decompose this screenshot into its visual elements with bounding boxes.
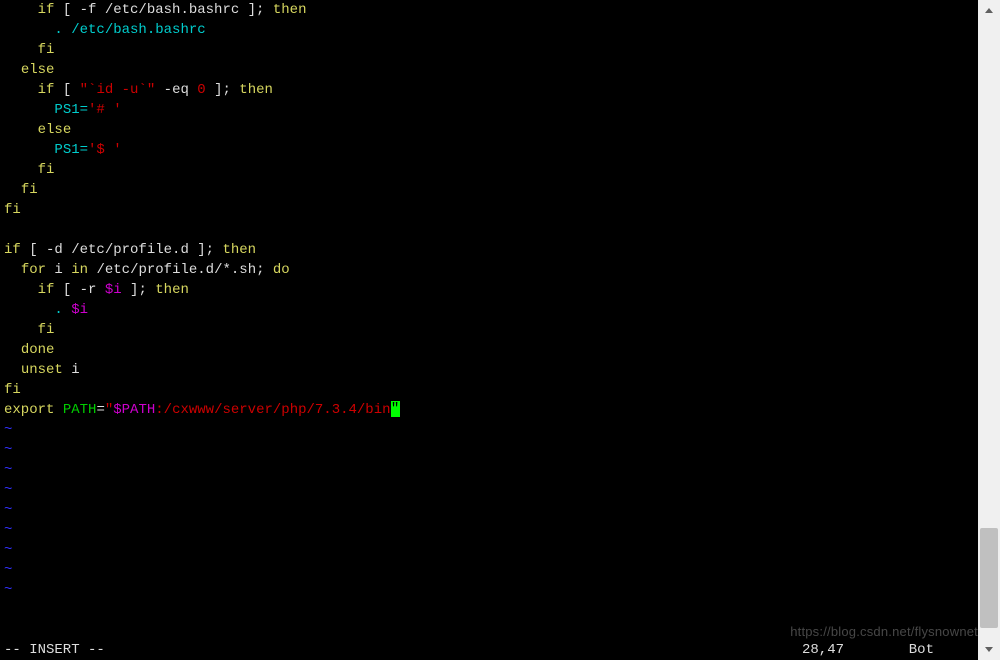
code-line[interactable]: else [4, 60, 974, 80]
code-token: $PATH [113, 402, 155, 418]
code-token: do [273, 262, 290, 278]
code-line[interactable]: fi [4, 40, 974, 60]
code-token: /etc/profile.d/*.sh; [88, 262, 273, 278]
scrollbar-thumb[interactable] [980, 528, 998, 628]
vim-mode: -- INSERT -- [4, 640, 105, 660]
code-line[interactable]: else [4, 120, 974, 140]
code-line[interactable]: if [ "`id -u`" -eq 0 ]; then [4, 80, 974, 100]
code-line[interactable]: for i in /etc/profile.d/*.sh; do [4, 260, 974, 280]
empty-line-tilde: ~ [4, 560, 974, 580]
code-token: -eq [155, 82, 197, 98]
code-token: unset [21, 362, 63, 378]
code-token: [ -r [54, 282, 104, 298]
code-line[interactable]: done [4, 340, 974, 360]
code-token: PS1= [54, 142, 88, 158]
code-line[interactable]: unset i [4, 360, 974, 380]
tilde-icon: ~ [4, 482, 12, 498]
scrollbar-down-arrow-icon[interactable] [978, 638, 1000, 660]
code-token: $i [105, 282, 122, 298]
code-token: fi [21, 182, 38, 198]
code-token: . /etc/bash.bashrc [54, 22, 205, 38]
code-token: export [4, 402, 54, 418]
code-token: for [21, 262, 46, 278]
tilde-icon: ~ [4, 502, 12, 518]
code-token: then [239, 82, 273, 98]
code-token: fi [38, 322, 55, 338]
empty-line-tilde: ~ [4, 460, 974, 480]
code-area[interactable]: if [ -f /etc/bash.bashrc ]; then . /etc/… [4, 0, 974, 600]
tilde-icon: ~ [4, 582, 12, 598]
code-line[interactable]: PS1='# ' [4, 100, 974, 120]
code-token: fi [38, 42, 55, 58]
vertical-scrollbar[interactable] [978, 0, 1000, 660]
code-token: if [4, 242, 21, 258]
code-token: fi [38, 162, 55, 178]
code-token: done [21, 342, 55, 358]
code-token: then [273, 2, 307, 18]
code-token: " [105, 402, 113, 418]
code-line[interactable] [4, 220, 974, 240]
vim-cursor-position: 28,47 [802, 640, 844, 660]
tilde-icon: ~ [4, 422, 12, 438]
code-token: then [222, 242, 256, 258]
scrollbar-up-arrow-icon[interactable] [978, 0, 1000, 22]
empty-line-tilde: ~ [4, 500, 974, 520]
tilde-icon: ~ [4, 542, 12, 558]
code-token: else [38, 122, 72, 138]
code-token: :/cxwww/server/php/7.3.4/bin [155, 402, 390, 418]
text-cursor: " [391, 401, 400, 417]
code-token: "`id -u`" [80, 82, 156, 98]
code-line[interactable]: fi [4, 160, 974, 180]
empty-line-tilde: ~ [4, 420, 974, 440]
code-token: if [38, 2, 55, 18]
empty-line-tilde: ~ [4, 580, 974, 600]
code-token: if [38, 82, 55, 98]
vim-scroll-indicator: Bot [909, 640, 934, 660]
code-line[interactable]: PS1='$ ' [4, 140, 974, 160]
code-token: ]; [122, 282, 156, 298]
code-token: PATH [63, 402, 97, 418]
terminal-viewport[interactable]: if [ -f /etc/bash.bashrc ]; then . /etc/… [0, 0, 978, 660]
tilde-icon: ~ [4, 562, 12, 578]
code-token: '# ' [88, 102, 122, 118]
code-token: 0 [197, 82, 205, 98]
code-token: fi [4, 202, 21, 218]
code-token: then [155, 282, 189, 298]
code-line[interactable]: fi [4, 320, 974, 340]
tilde-icon: ~ [4, 462, 12, 478]
code-token: in [71, 262, 88, 278]
code-token: if [38, 282, 55, 298]
empty-line-tilde: ~ [4, 480, 974, 500]
code-line[interactable]: . /etc/bash.bashrc [4, 20, 974, 40]
code-token: [ [54, 82, 79, 98]
code-token: i [46, 262, 71, 278]
code-token: = [96, 402, 104, 418]
code-token: ]; [206, 82, 240, 98]
code-line[interactable]: if [ -f /etc/bash.bashrc ]; then [4, 0, 974, 20]
vim-status-bar: -- INSERT -- 28,47 Bot [4, 640, 974, 660]
code-line[interactable]: export PATH="$PATH:/cxwww/server/php/7.3… [4, 400, 974, 420]
code-token: . [54, 302, 71, 318]
tilde-icon: ~ [4, 522, 12, 538]
code-token: fi [4, 382, 21, 398]
code-line[interactable]: if [ -r $i ]; then [4, 280, 974, 300]
code-line[interactable]: fi [4, 200, 974, 220]
empty-line-tilde: ~ [4, 520, 974, 540]
code-token: '$ ' [88, 142, 122, 158]
code-token: [ -d /etc/profile.d ]; [21, 242, 223, 258]
code-token [54, 402, 62, 418]
code-token: PS1= [54, 102, 88, 118]
code-token: i [63, 362, 80, 378]
code-token: $i [71, 302, 88, 318]
empty-line-tilde: ~ [4, 440, 974, 460]
code-line[interactable]: fi [4, 180, 974, 200]
tilde-icon: ~ [4, 442, 12, 458]
code-token: else [21, 62, 55, 78]
code-line[interactable]: fi [4, 380, 974, 400]
code-line[interactable]: if [ -d /etc/profile.d ]; then [4, 240, 974, 260]
code-line[interactable]: . $i [4, 300, 974, 320]
empty-line-tilde: ~ [4, 540, 974, 560]
code-token: [ -f /etc/bash.bashrc ]; [54, 2, 272, 18]
